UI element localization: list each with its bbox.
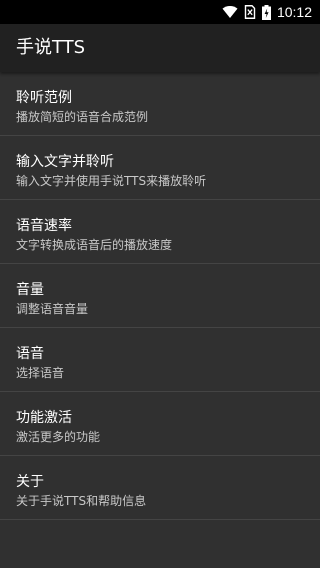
settings-item-volume[interactable]: 音量 调整语音音量 bbox=[0, 264, 320, 328]
settings-list: 聆听范例 播放简短的语音合成范例 输入文字并聆听 输入文字并使用手说TTS来播放… bbox=[0, 72, 320, 520]
settings-item-title: 语音速率 bbox=[16, 218, 72, 234]
settings-item-summary: 调整语音音量 bbox=[16, 302, 89, 316]
status-bar: 10:12 bbox=[0, 0, 320, 24]
settings-item-summary: 文字转换成语音后的播放速度 bbox=[16, 238, 173, 252]
settings-item-speech-rate[interactable]: 语音速率 文字转换成语音后的播放速度 bbox=[0, 200, 320, 264]
status-time: 10:12 bbox=[276, 4, 312, 20]
wifi-icon bbox=[222, 5, 238, 19]
settings-item-input-text[interactable]: 输入文字并聆听 输入文字并使用手说TTS来播放聆听 bbox=[0, 136, 320, 200]
sim-icon bbox=[244, 5, 256, 19]
settings-item-title: 关于 bbox=[16, 474, 44, 490]
settings-item-summary: 选择语音 bbox=[16, 366, 65, 380]
status-icons: 10:12 bbox=[222, 0, 312, 24]
app-title: 手说TTS bbox=[16, 37, 86, 58]
settings-item-activation[interactable]: 功能激活 激活更多的功能 bbox=[0, 392, 320, 456]
settings-item-summary: 播放简短的语音合成范例 bbox=[16, 110, 149, 124]
settings-item-title: 输入文字并聆听 bbox=[16, 154, 114, 170]
settings-item-title: 音量 bbox=[16, 282, 44, 298]
battery-icon bbox=[261, 4, 271, 20]
settings-item-title: 语音 bbox=[16, 346, 44, 362]
settings-item-summary: 激活更多的功能 bbox=[16, 430, 101, 444]
settings-item-title: 功能激活 bbox=[16, 410, 72, 426]
settings-item-about[interactable]: 关于 关于手说TTS和帮助信息 bbox=[0, 456, 320, 520]
settings-item-title: 聆听范例 bbox=[16, 90, 72, 106]
settings-item-voice[interactable]: 语音 选择语音 bbox=[0, 328, 320, 392]
app-bar: 手说TTS bbox=[0, 24, 320, 72]
settings-item-summary: 输入文字并使用手说TTS来播放聆听 bbox=[16, 174, 207, 188]
settings-item-summary: 关于手说TTS和帮助信息 bbox=[16, 494, 147, 508]
settings-item-sample[interactable]: 聆听范例 播放简短的语音合成范例 bbox=[0, 72, 320, 136]
